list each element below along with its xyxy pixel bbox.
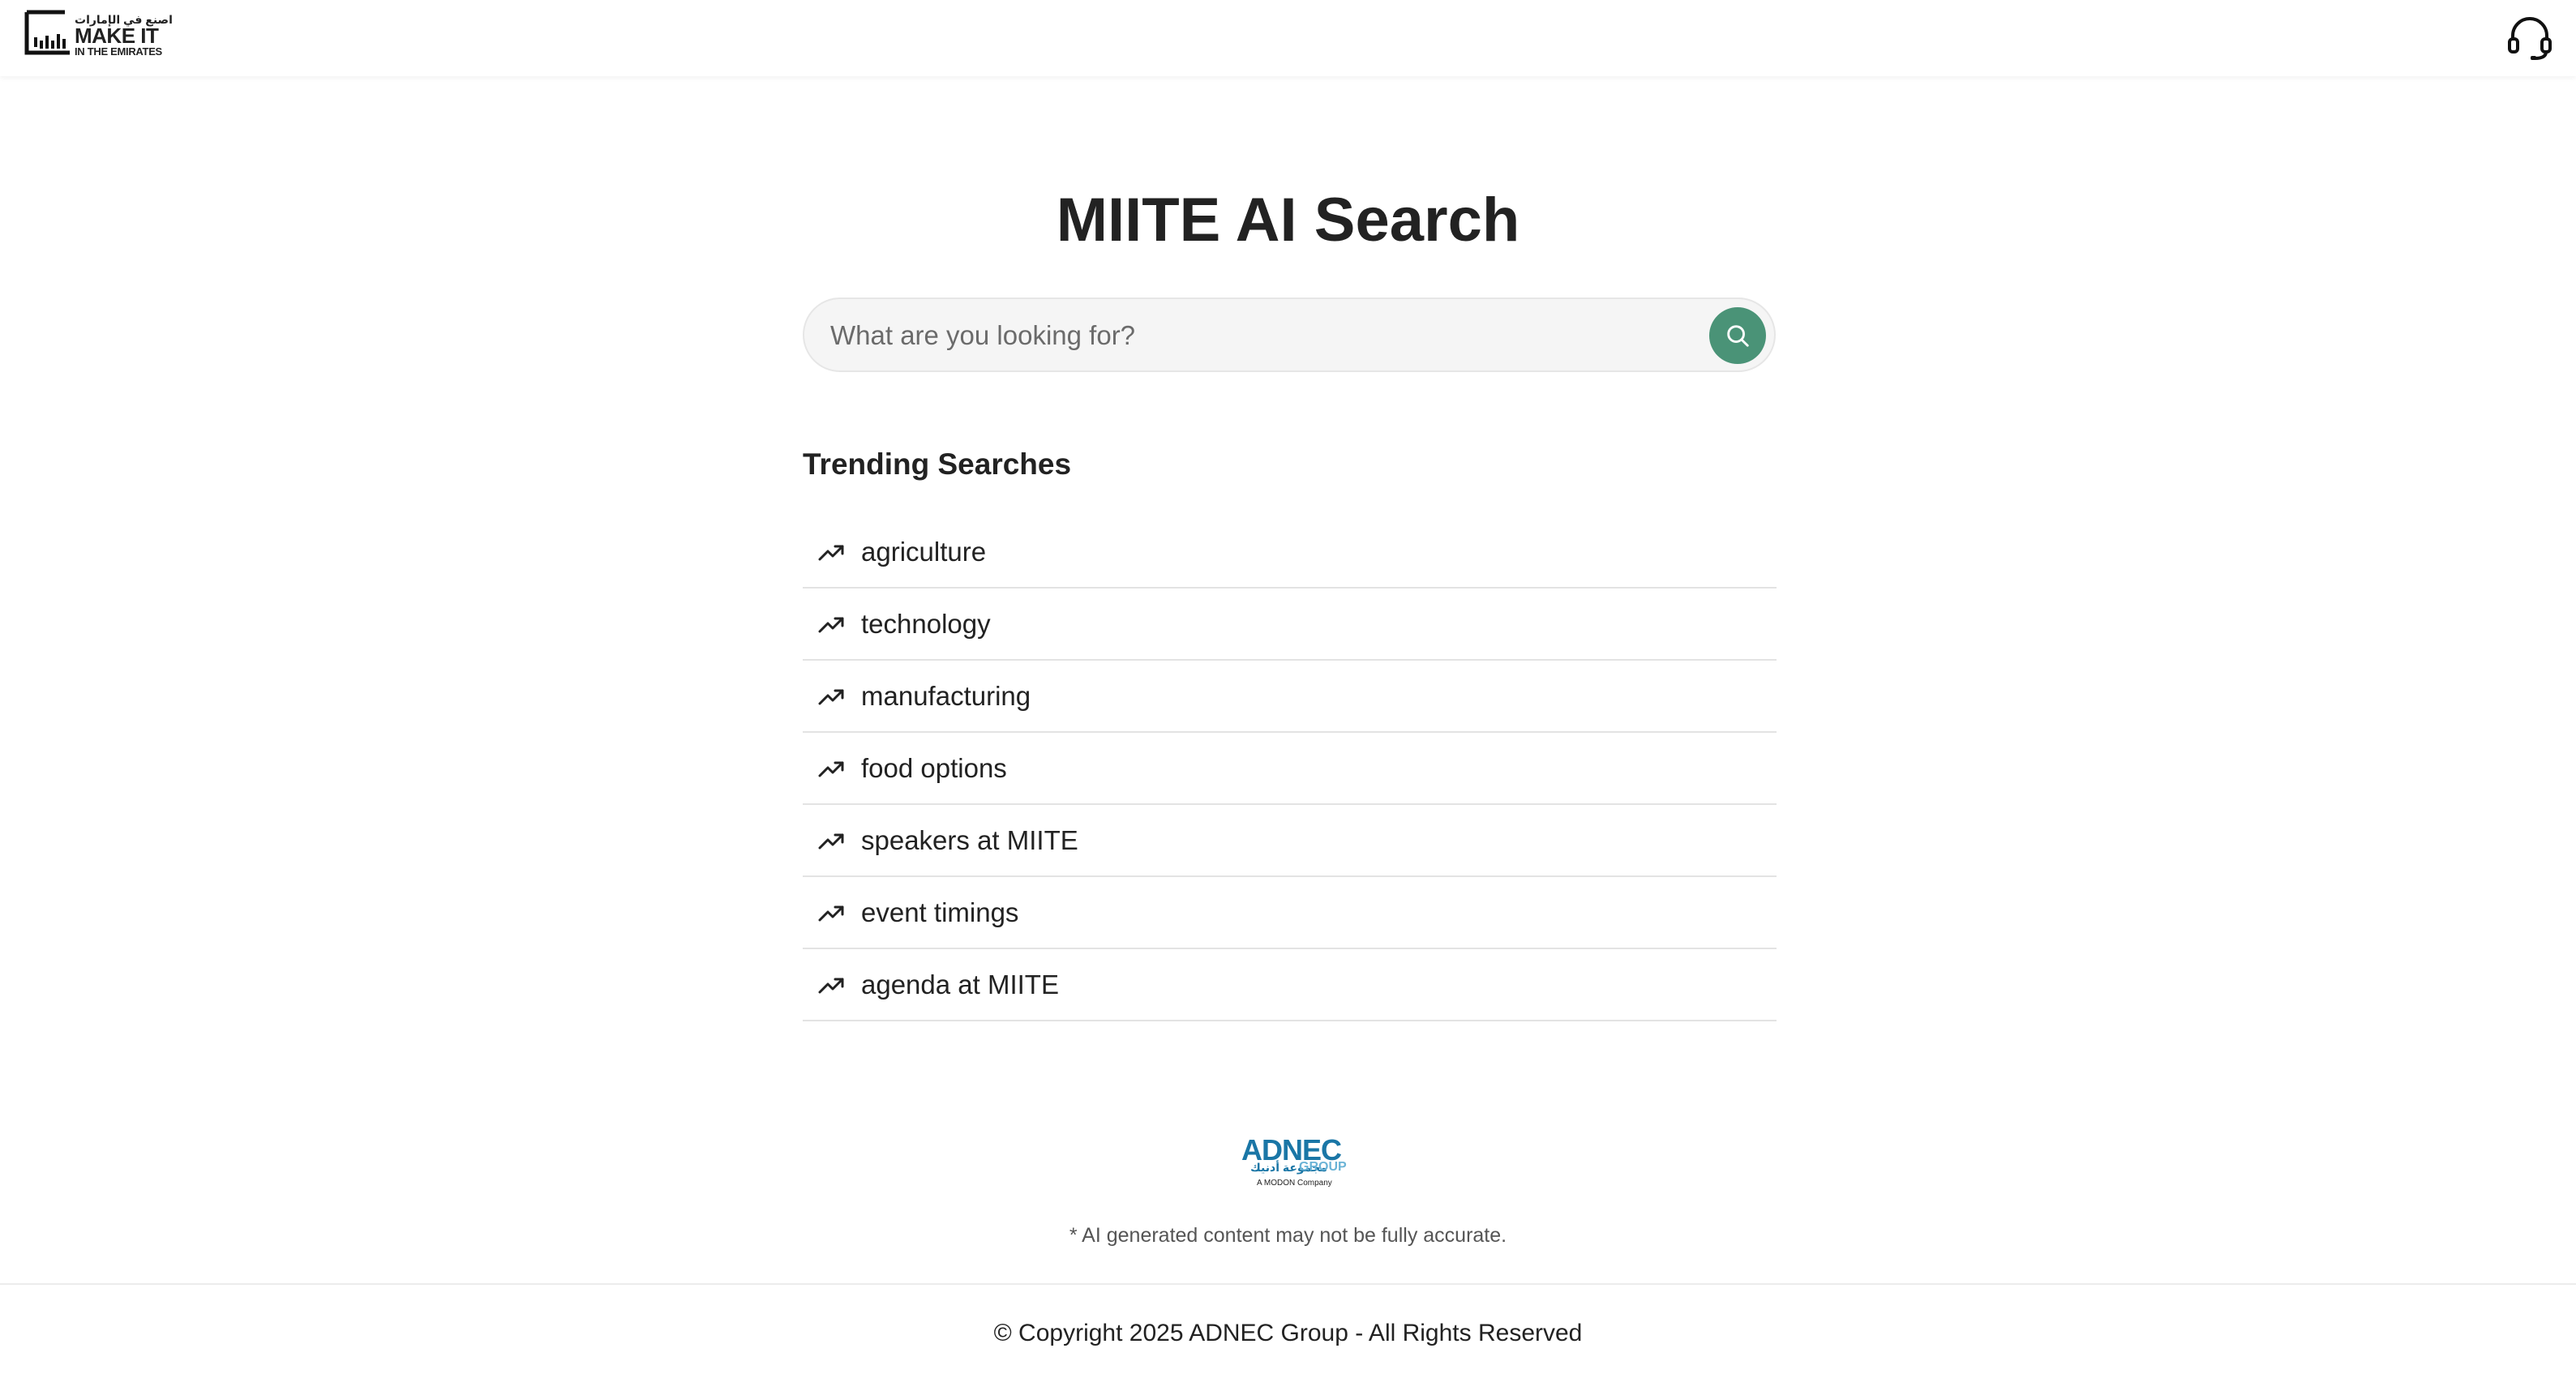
trending-search-label: event timings <box>861 897 1019 927</box>
trending-search-item[interactable]: agriculture <box>803 516 1777 589</box>
trending-search-label: speakers at MIITE <box>861 824 1078 855</box>
logo-frame-icon <box>24 10 70 55</box>
trending-search-item[interactable]: technology <box>803 589 1777 661</box>
adnec-group-logo: ADNEC مجموعة أدنيك GROUP A MODON Company <box>1239 1133 1347 1192</box>
trending-up-icon <box>818 978 844 993</box>
trending-up-icon <box>818 833 844 849</box>
ai-disclaimer: * AI generated content may not be fully … <box>1069 1224 1507 1247</box>
trending-searches-list: agriculture technology manufacturing food o… <box>803 516 1777 1021</box>
page-title: MIITE AI Search <box>1056 186 1520 255</box>
trending-search-item[interactable]: agenda at MIITE <box>803 949 1777 1021</box>
adnec-logo-group: GROUP <box>1299 1160 1347 1174</box>
trending-search-label: food options <box>861 752 1007 783</box>
search-input[interactable] <box>829 299 1683 372</box>
trending-search-item[interactable]: event timings <box>803 877 1777 949</box>
trending-searches-heading: Trending Searches <box>803 447 1072 481</box>
trending-up-icon <box>818 617 844 632</box>
copyright-text: © Copyright 2025 ADNEC Group - All Right… <box>993 1320 1583 1346</box>
logo-sub-text: IN THE EMIRATES <box>75 45 162 58</box>
adnec-logo-subtext: A MODON Company <box>1257 1179 1332 1188</box>
search-icon <box>1727 325 1749 347</box>
trending-up-icon <box>818 545 844 560</box>
trending-search-item[interactable]: manufacturing <box>803 661 1777 733</box>
make-it-in-the-emirates-logo[interactable]: اصنع في الإمارات MAKE IT IN THE EMIRATES <box>24 10 172 58</box>
top-header: اصنع في الإمارات MAKE IT IN THE EMIRATES <box>0 0 2576 76</box>
trending-search-item[interactable]: food options <box>803 733 1777 805</box>
search-bar <box>803 297 1776 372</box>
trending-search-label: technology <box>861 608 991 639</box>
footer-divider <box>0 1283 2576 1285</box>
trending-up-icon <box>818 905 844 921</box>
search-button[interactable] <box>1709 307 1766 364</box>
trending-up-icon <box>818 761 844 777</box>
trending-search-label: manufacturing <box>861 680 1031 711</box>
trending-search-item[interactable]: speakers at MIITE <box>803 805 1777 877</box>
trending-search-label: agenda at MIITE <box>861 969 1059 999</box>
support-button[interactable] <box>2505 13 2554 62</box>
headset-icon <box>2508 17 2552 60</box>
trending-search-label: agriculture <box>861 536 987 567</box>
trending-up-icon <box>818 689 844 704</box>
